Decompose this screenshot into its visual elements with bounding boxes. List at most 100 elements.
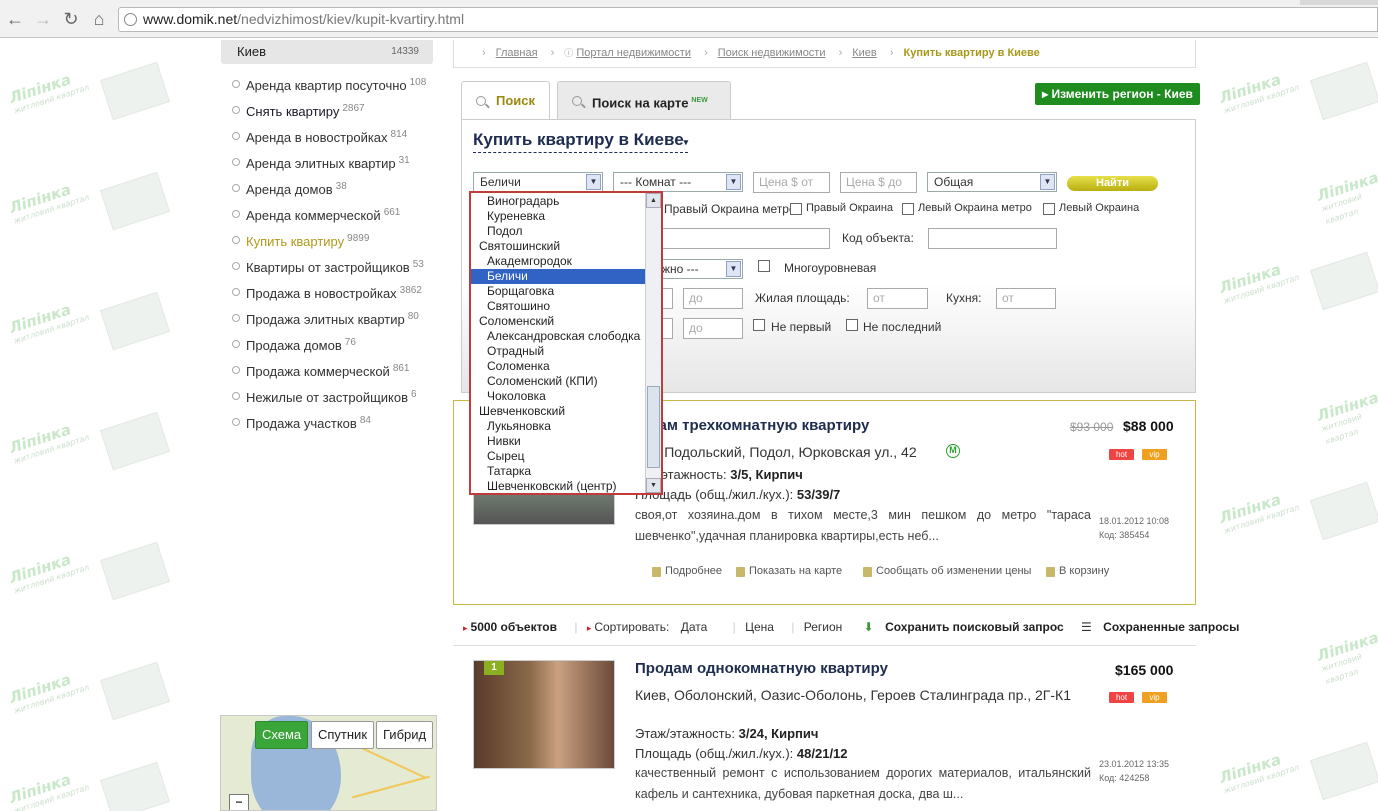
map-zoom-out-button[interactable]: − [229, 794, 249, 810]
sidebar-item-daily-rent[interactable]: Аренда квартир посуточно 108 [232, 70, 426, 96]
tab-map-search[interactable]: Поиск на карте NEW [557, 81, 731, 120]
sidebar-item-developer-flats[interactable]: Квартиры от застройщиков 53 [232, 252, 426, 278]
show-on-map-link[interactable]: Показать на карте [736, 565, 842, 577]
address-input[interactable] [660, 228, 830, 249]
district-option[interactable]: Академгородок [471, 254, 661, 269]
rooms-select[interactable]: --- Комнат --- ▼ [613, 172, 743, 192]
price-to-input[interactable]: Цена $ до [840, 172, 917, 193]
checkbox-left-outskirts[interactable] [1043, 203, 1055, 215]
sidebar-item-rent-flat[interactable]: Снять квартиру 2867 [232, 96, 426, 122]
chevron-down-icon: ▼ [726, 174, 741, 190]
change-region-button[interactable]: ▸ Изменить регион - Киев [1035, 83, 1200, 105]
save-query-link[interactable]: ⬇ Сохранить поисковый запрос [864, 620, 1064, 634]
district-option[interactable]: Чоколовка [471, 389, 661, 404]
district-option[interactable]: Подол [471, 224, 661, 239]
saved-queries-link[interactable]: ☰ Сохраненные запросы [1081, 620, 1239, 634]
breadcrumb-home[interactable]: Главная [496, 47, 538, 59]
map-hybrid-button[interactable]: Гибрид [376, 721, 434, 749]
district-option[interactable]: Александровская слободка [471, 329, 661, 344]
mini-map[interactable]: Схема Спутник Гибрид − [220, 715, 437, 811]
district-option[interactable]: Соломенский (КПИ) [471, 374, 661, 389]
district-dropdown-list[interactable]: Виноградарь Куреневка Подол Святошинский Ака… [469, 191, 663, 495]
sidebar-item-sale-commercial[interactable]: Продажа коммерческой 861 [232, 356, 426, 382]
listing-photo[interactable] [473, 660, 615, 769]
checkbox-not-first[interactable] [753, 319, 765, 331]
sort-by-price[interactable]: Цена [745, 620, 774, 634]
add-to-cart-link[interactable]: В корзину [1046, 565, 1109, 577]
district-option[interactable]: Борщаговка [471, 284, 661, 299]
forward-icon[interactable]: → [32, 8, 54, 30]
search-title[interactable]: Купить квартиру в Киеве▾ [473, 130, 689, 153]
district-option[interactable]: Беличи [471, 269, 661, 284]
district-option[interactable]: Шевченковский (центр) [471, 479, 661, 493]
label-left-outskirts-metro: Левый Окраина метро [918, 202, 1032, 214]
object-code-label: Код объекта: [842, 231, 914, 245]
listing-title[interactable]: Продам однокомнатную квартиру [635, 660, 888, 677]
sidebar-item-sale-elite[interactable]: Продажа элитных квартир 80 [232, 304, 426, 330]
sidebar-item-land[interactable]: Продажа участков 84 [232, 408, 426, 434]
scroll-thumb[interactable] [647, 386, 660, 468]
find-button[interactable]: Найти [1067, 176, 1158, 191]
object-code-input[interactable] [928, 228, 1057, 249]
price-from-input[interactable]: Цена $ от [753, 172, 830, 193]
dropdown-scrollbar[interactable]: ▲ ▼ [645, 193, 661, 493]
map-satellite-button[interactable]: Спутник [311, 721, 375, 749]
living-area-label: Жилая площадь: [755, 291, 850, 305]
sidebar-region-header[interactable]: Киев 14339 [221, 40, 433, 64]
sort-by-date[interactable]: Дата [681, 620, 708, 634]
district-option[interactable]: Сырец [471, 449, 661, 464]
breadcrumb-portal[interactable]: Портал недвижимости [576, 47, 691, 59]
sidebar-item-sale-house[interactable]: Продажа домов 76 [232, 330, 426, 356]
kitchen-from-input[interactable]: от [996, 288, 1056, 309]
sidebar-item-rent-newbuild[interactable]: Аренда в новостройках 814 [232, 122, 426, 148]
district-option[interactable]: Виноградарь [471, 194, 661, 209]
sidebar-item-nonresidential[interactable]: Нежилые от застройщиков 6 [232, 382, 426, 408]
floor-to-input[interactable]: до [683, 288, 743, 309]
breadcrumb-search[interactable]: Поиск недвижимости [718, 47, 826, 59]
district-option[interactable]: Нивки [471, 434, 661, 449]
home-icon[interactable]: ⌂ [88, 8, 110, 30]
district-option[interactable]: Отрадный [471, 344, 661, 359]
district-group-label: Соломенский [479, 314, 555, 328]
checkbox-right-outskirts[interactable] [790, 203, 802, 215]
district-option[interactable]: Святошино [471, 299, 661, 314]
sort-by-region[interactable]: Регион [804, 620, 843, 634]
tab-search[interactable]: Поиск [461, 81, 550, 120]
map-scheme-button[interactable]: Схема [255, 721, 309, 749]
sidebar-item-rent-commercial[interactable]: Аренда коммерческой 661 [232, 200, 426, 226]
floor-select[interactable]: жно --- ▼ [655, 259, 743, 279]
district-option[interactable]: Лукьяновка [471, 419, 661, 434]
address-bar[interactable]: www.domik.net/nedvizhimost/kiev/kupit-kv… [118, 7, 1378, 32]
checkbox-left-outskirts-metro[interactable] [902, 203, 914, 215]
living-area-from-input[interactable]: от [867, 288, 928, 309]
area-type-select[interactable]: Общая ▼ [927, 172, 1057, 192]
watermark-logo: Лiпiнка житловий квартал [6, 300, 91, 346]
district-option[interactable]: Куреневка [471, 209, 661, 224]
district-option[interactable]: Татарка [471, 464, 661, 479]
district-select[interactable]: Беличи ▼ [473, 172, 603, 192]
sidebar-item-buy-flat[interactable]: Купить квартиру 9899 [232, 226, 426, 252]
sidebar-item-sale-newbuild[interactable]: Продажа в новостройках 3862 [232, 278, 426, 304]
metro-icon: М [946, 444, 960, 458]
page-info-icon[interactable] [124, 13, 137, 26]
scroll-up-icon[interactable]: ▲ [646, 193, 661, 208]
chevron-down-icon: ▼ [586, 174, 601, 190]
breadcrumb-kiev[interactable]: Киев [852, 47, 877, 59]
sidebar-item-rent-house[interactable]: Аренда домов 38 [232, 174, 426, 200]
floors-to-input[interactable]: до [683, 318, 743, 339]
listing-title[interactable]: дам трехкомнатную квартиру [649, 417, 869, 434]
new-badge: NEW [691, 97, 708, 104]
map-road [352, 775, 430, 799]
checkbox-multilevel[interactable] [758, 260, 770, 272]
back-icon[interactable]: ← [4, 8, 26, 30]
checkbox-not-last[interactable] [846, 319, 858, 331]
scroll-down-icon[interactable]: ▼ [646, 478, 661, 493]
reload-icon[interactable]: ↻ [60, 8, 82, 30]
district-option[interactable]: Соломенка [471, 359, 661, 374]
details-link[interactable]: Подробнее [652, 565, 722, 577]
sidebar-item-rent-elite[interactable]: Аренда элитных квартир 31 [232, 148, 426, 174]
listing-floor: ж/этажность: 3/5, Кирпич [649, 467, 803, 482]
listing-old-price: $93 000 [1070, 420, 1114, 434]
tab-map-search-label: Поиск на карте [592, 95, 689, 111]
price-alert-link[interactable]: Сообщать об изменении цены [863, 565, 1031, 577]
